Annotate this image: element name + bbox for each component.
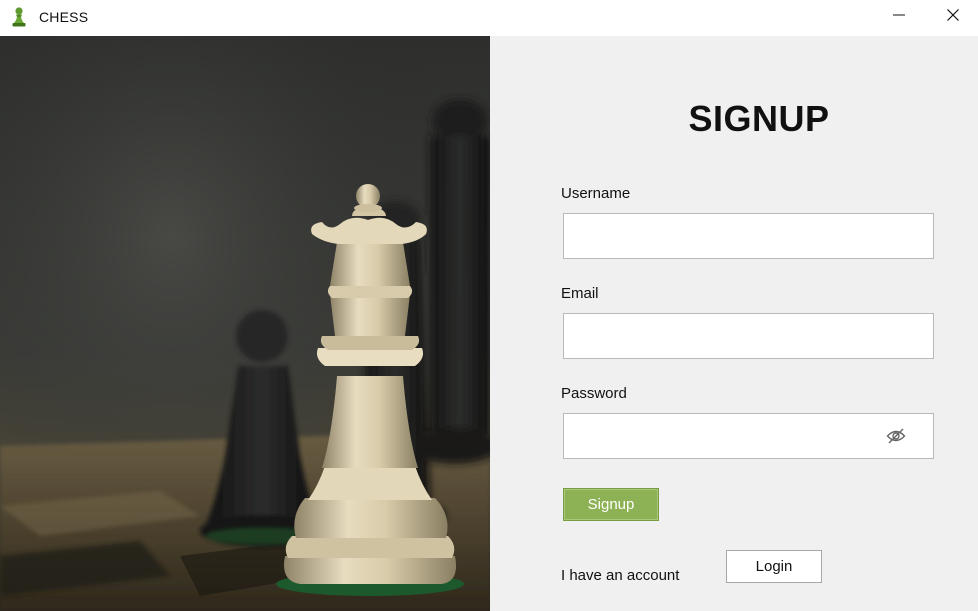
close-icon xyxy=(947,8,959,26)
login-button[interactable]: Login xyxy=(726,550,822,583)
signup-window: CHESS SIGNUP Username Email Password Sig… xyxy=(0,0,978,611)
page-title: SIGNUP xyxy=(688,98,830,139)
window-title: CHESS xyxy=(39,9,89,25)
minimize-icon xyxy=(893,8,905,26)
password-label: Password xyxy=(561,385,627,402)
eye-slash-icon[interactable] xyxy=(884,425,908,447)
close-button[interactable] xyxy=(930,0,976,34)
password-input[interactable] xyxy=(563,413,934,459)
account-prompt: I have an account xyxy=(561,567,680,584)
username-label: Username xyxy=(561,185,631,202)
email-label: Email xyxy=(561,285,599,302)
minimize-button[interactable] xyxy=(876,0,922,34)
chess-queen-image xyxy=(0,36,490,611)
username-input[interactable] xyxy=(563,213,934,259)
signup-button[interactable]: Signup xyxy=(563,488,659,521)
chess-pawn-icon xyxy=(10,6,28,28)
title-bar: CHESS xyxy=(0,0,978,36)
signup-form-panel: SIGNUP Username Email Password Signup I … xyxy=(490,36,978,611)
email-input[interactable] xyxy=(563,313,934,359)
